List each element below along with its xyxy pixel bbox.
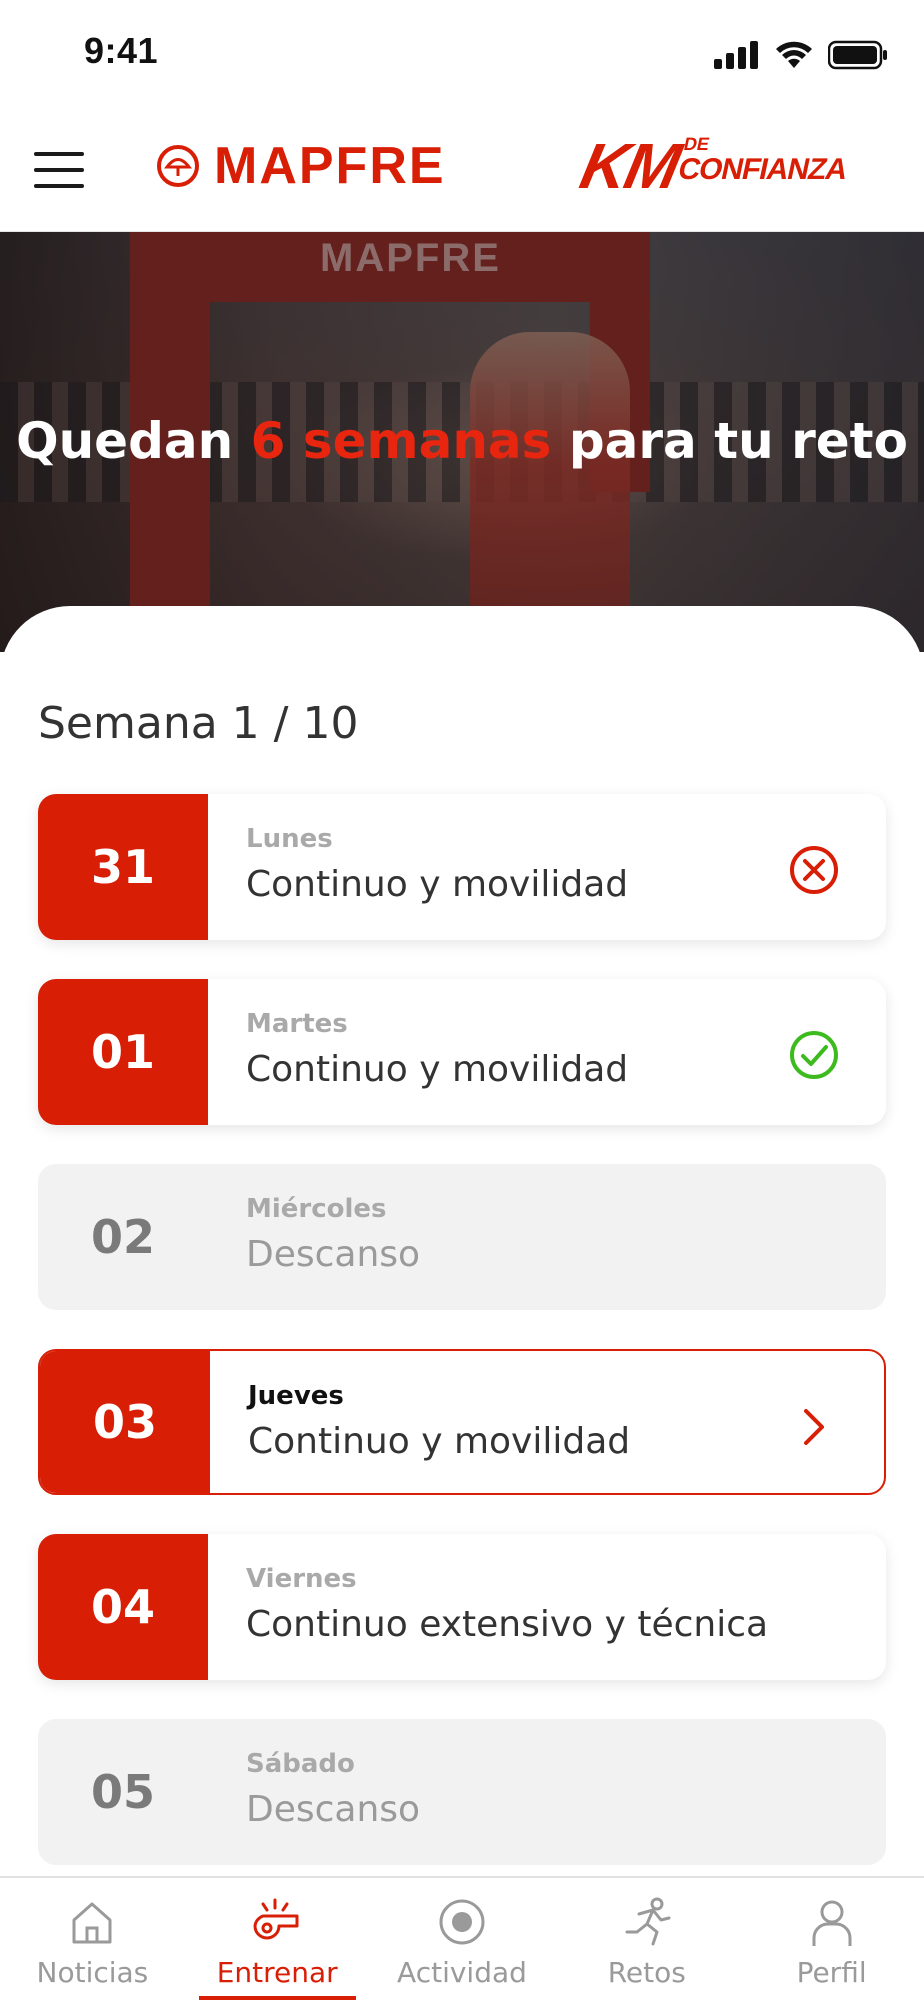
mapfre-emblem-icon — [157, 145, 199, 187]
day-activity: Descanso — [246, 1789, 421, 1830]
signal-icon — [714, 41, 758, 69]
day-card-lunes[interactable]: 31 Lunes Continuo y movilidad — [38, 794, 886, 940]
completed-check-circle-icon — [788, 1029, 840, 1081]
hero-title: Quedan 6 semanas para tu reto — [16, 412, 908, 470]
hero-weeks-highlight: 6 semanas — [250, 412, 552, 470]
day-number: 01 — [38, 979, 208, 1125]
hamburger-menu-icon[interactable] — [34, 148, 88, 192]
chevron-right-icon[interactable] — [788, 1401, 840, 1453]
km-confianza-logo: KM DE CONFIANZA — [574, 130, 854, 202]
hero-banner: MAPFRE Quedan 6 semanas para tu reto — [0, 232, 924, 652]
day-number: 03 — [40, 1351, 210, 1493]
day-name: Miércoles — [246, 1194, 387, 1224]
runner-icon — [625, 1897, 671, 1946]
mapfre-wordmark: MAPFRE — [214, 137, 446, 195]
active-tab-indicator — [198, 1996, 356, 2000]
user-icon — [812, 1900, 852, 1946]
record-icon — [439, 1899, 485, 1945]
status-bar: 9:41 — [0, 0, 924, 110]
day-card-jueves[interactable]: 03 Jueves Continuo y movilidad — [38, 1349, 886, 1495]
day-activity: Descanso — [246, 1234, 421, 1275]
app-header: MAPFRE KM DE CONFIANZA — [0, 110, 924, 232]
day-card-martes[interactable]: 01 Martes Continuo y movilidad — [38, 979, 886, 1125]
day-number: 02 — [90, 1210, 155, 1264]
day-name: Sábado — [246, 1749, 355, 1779]
km-de-label: DE — [682, 134, 712, 154]
tab-entrenar[interactable]: Entrenar — [185, 1878, 370, 2000]
status-icons — [714, 40, 888, 70]
home-icon — [72, 1902, 112, 1944]
missed-x-circle-icon — [788, 844, 840, 896]
status-time: 9:41 — [84, 30, 159, 71]
wifi-icon — [776, 41, 812, 68]
bottom-tab-bar: Noticias Entrenar Actividad Retos Perfil — [0, 1876, 924, 2000]
day-name: Viernes — [246, 1564, 357, 1594]
tab-label: Entrenar — [216, 1956, 338, 1989]
day-card-miercoles[interactable]: 02 Miércoles Descanso — [38, 1164, 886, 1310]
mapfre-logo: MAPFRE — [156, 136, 446, 196]
day-number: 05 — [90, 1765, 155, 1819]
day-number: 04 — [38, 1534, 208, 1680]
day-card-viernes[interactable]: 04 Viernes Continuo extensivo y técnica — [38, 1534, 886, 1680]
week-title: Semana 1 / 10 — [38, 698, 359, 749]
tab-label: Noticias — [36, 1956, 149, 1989]
training-week-sheet: Semana 1 / 10 31 Lunes Continuo y movili… — [0, 606, 924, 1876]
day-activity: Continuo extensivo y técnica — [246, 1604, 769, 1645]
whistle-icon — [253, 1898, 299, 1940]
battery-icon — [828, 40, 887, 70]
tab-label: Actividad — [397, 1956, 527, 1989]
day-card-sabado[interactable]: 05 Sábado Descanso — [38, 1719, 886, 1865]
tab-perfil[interactable]: Perfil — [739, 1878, 924, 2000]
tab-label: Perfil — [796, 1956, 867, 1989]
km-wordmark: KM — [574, 130, 686, 202]
tab-noticias[interactable]: Noticias — [0, 1878, 185, 2000]
day-number: 31 — [38, 794, 208, 940]
tab-retos[interactable]: Retos — [554, 1878, 739, 2000]
tab-label: Retos — [607, 1956, 686, 1989]
km-confianza-label: CONFIANZA — [675, 153, 850, 186]
tab-actividad[interactable]: Actividad — [370, 1878, 555, 2000]
